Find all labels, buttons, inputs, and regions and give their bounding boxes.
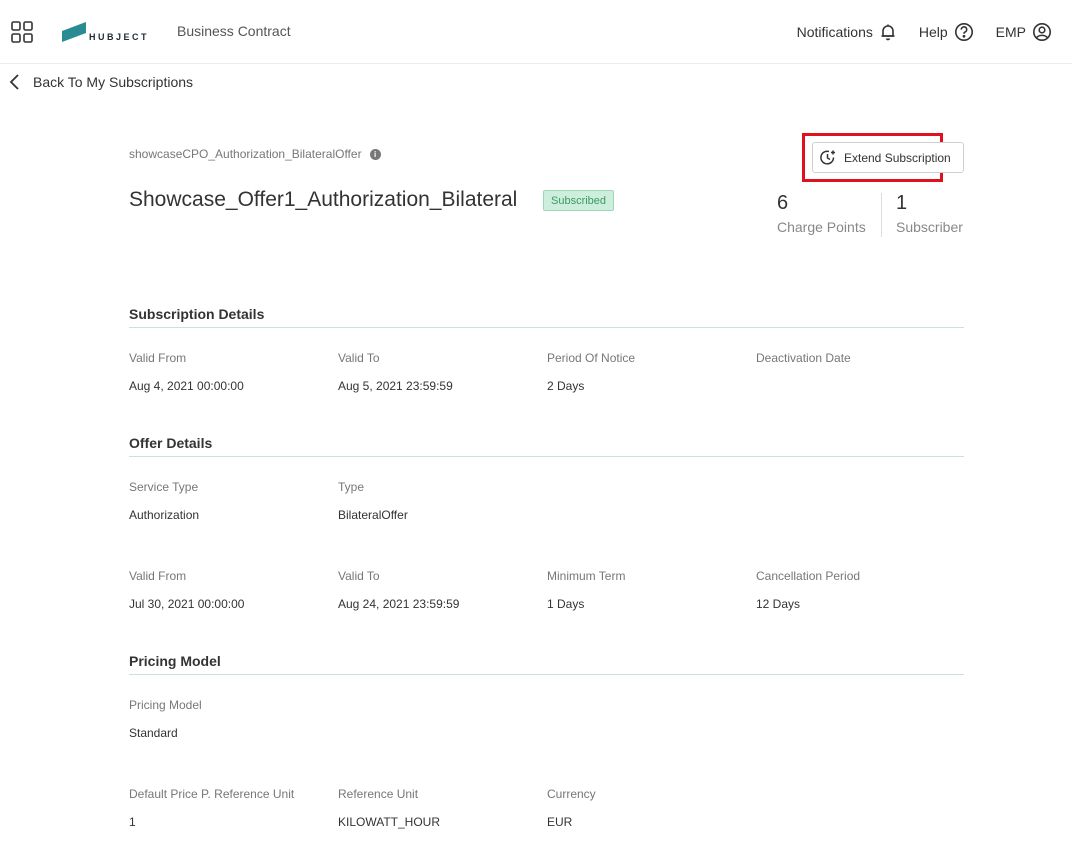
field-label: Service Type	[129, 480, 198, 494]
offer-id: showcaseCPO_Authorization_BilateralOffer…	[129, 147, 381, 161]
status-badge: Subscribed	[543, 190, 614, 211]
field-label: Pricing Model	[129, 698, 202, 712]
field-label: Default Price P. Reference Unit	[129, 787, 294, 801]
subscriber-stat: 1 Subscriber	[896, 192, 963, 235]
charge-points-stat: 6 Charge Points	[777, 192, 866, 235]
field-label: Cancellation Period	[756, 569, 860, 583]
user-avatar-icon	[1032, 22, 1052, 42]
clock-plus-icon	[819, 149, 837, 167]
field-value: 12 Days	[756, 597, 800, 611]
section-divider	[129, 327, 964, 328]
subscriber-value: 1	[896, 192, 963, 215]
help-icon	[954, 22, 974, 42]
field-value: Authorization	[129, 508, 199, 522]
header-nav: Notifications Help EMP	[797, 20, 1052, 44]
field-value: 1 Days	[547, 597, 584, 611]
subscriber-label: Subscriber	[896, 219, 963, 235]
app-title: Business Contract	[177, 23, 291, 39]
user-label: EMP	[996, 24, 1026, 40]
notifications-button[interactable]: Notifications	[797, 23, 897, 41]
field-label: Valid To	[338, 351, 380, 365]
stat-divider	[881, 193, 882, 237]
field-label: Deactivation Date	[756, 351, 851, 365]
field-value: Aug 5, 2021 23:59:59	[338, 379, 453, 393]
charge-points-label: Charge Points	[777, 219, 866, 235]
extend-subscription-label: Extend Subscription	[844, 151, 951, 165]
offer-title: Showcase_Offer1_Authorization_Bilateral	[129, 188, 517, 212]
field-value: Aug 24, 2021 23:59:59	[338, 597, 459, 611]
field-value: KILOWATT_HOUR	[338, 815, 440, 829]
back-link[interactable]: Back To My Subscriptions	[9, 71, 193, 93]
top-bar: HUBJECT Business Contract Notifications …	[0, 0, 1072, 64]
field-label: Currency	[547, 787, 596, 801]
field-label: Valid From	[129, 351, 186, 365]
field-label: Type	[338, 480, 364, 494]
field-label: Valid To	[338, 569, 380, 583]
field-value: Aug 4, 2021 00:00:00	[129, 379, 244, 393]
back-link-label: Back To My Subscriptions	[33, 74, 193, 90]
field-value: BilateralOffer	[338, 508, 408, 522]
app-grid-icon[interactable]	[11, 21, 33, 43]
info-icon[interactable]: i	[370, 149, 381, 160]
logo-text: HUBJECT	[89, 32, 149, 42]
field-label: Minimum Term	[547, 569, 625, 583]
user-menu-button[interactable]: EMP	[996, 22, 1052, 42]
offer-details-title: Offer Details	[129, 435, 212, 451]
help-label: Help	[919, 24, 948, 40]
extend-subscription-button[interactable]: Extend Subscription	[812, 142, 964, 173]
subscription-details-title: Subscription Details	[129, 306, 264, 322]
bell-icon	[879, 23, 897, 41]
hubject-logo[interactable]: HUBJECT	[62, 22, 150, 44]
help-button[interactable]: Help	[919, 22, 974, 42]
field-value: EUR	[547, 815, 572, 829]
notifications-label: Notifications	[797, 24, 873, 40]
charge-points-value: 6	[777, 192, 866, 215]
offer-id-text: showcaseCPO_Authorization_BilateralOffer	[129, 147, 362, 161]
field-value: Standard	[129, 726, 178, 740]
field-value: Jul 30, 2021 00:00:00	[129, 597, 244, 611]
chevron-left-icon	[9, 73, 21, 91]
section-divider	[129, 456, 964, 457]
field-value: 1	[129, 815, 136, 829]
section-divider	[129, 674, 964, 675]
field-label: Reference Unit	[338, 787, 418, 801]
field-label: Period Of Notice	[547, 351, 635, 365]
field-label: Valid From	[129, 569, 186, 583]
field-value: 2 Days	[547, 379, 584, 393]
pricing-model-title: Pricing Model	[129, 653, 221, 669]
